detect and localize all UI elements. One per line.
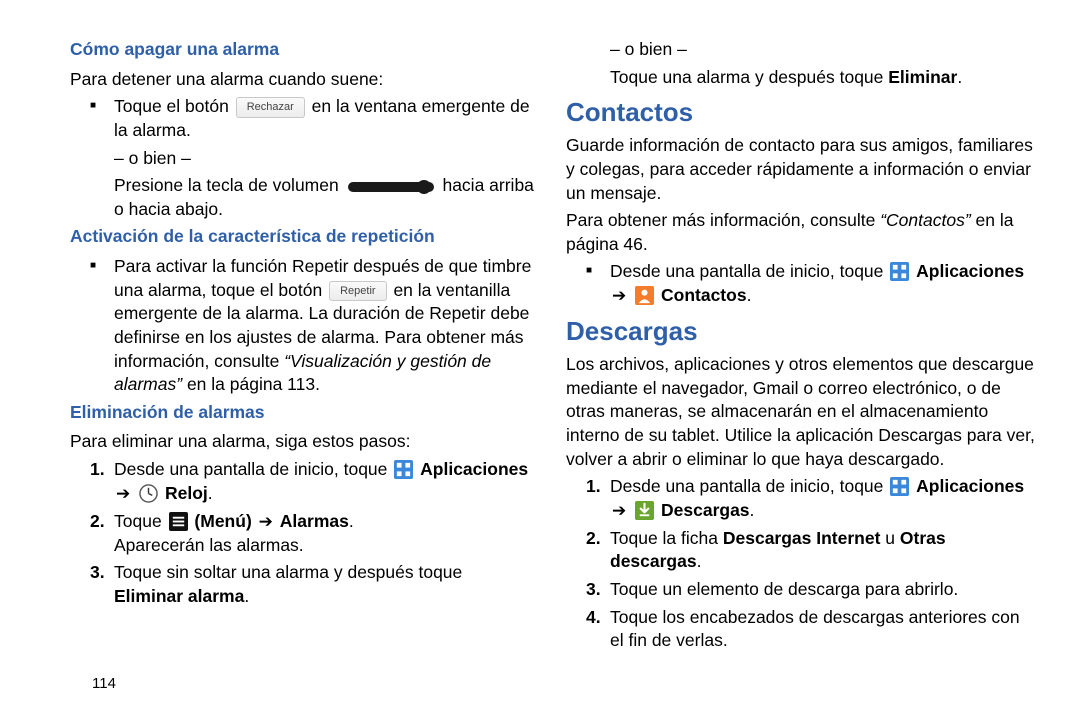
arrow-icon: ➔ — [610, 286, 628, 305]
left-column: Cómo apagar una alarma Para detener una … — [70, 34, 554, 698]
apps-icon — [890, 262, 909, 281]
manual-page: Cómo apagar una alarma Para detener una … — [0, 0, 1080, 720]
contacts2-pre: Para obtener más información, consulte — [566, 210, 880, 230]
reloj-label: Reloj — [165, 483, 208, 503]
right-column: – o bien – Toque una alarma y después to… — [554, 34, 1038, 698]
step2-pre: Toque — [114, 511, 167, 531]
step-number: 1. — [90, 458, 114, 482]
text-downloads-body: Los archivos, aplicaciones y otros eleme… — [566, 353, 1038, 471]
arrow-icon: ➔ — [610, 501, 628, 520]
step-number: 2. — [90, 510, 114, 534]
r-step2-pre: Toque la ficha — [610, 528, 723, 548]
bullet-reject-button: ■ Toque el botón Rechazar en la ventana … — [90, 95, 536, 142]
bullet-contacts-path: ■ Desde una pantalla de inicio, toque Ap… — [586, 260, 1038, 308]
step-number: 3. — [90, 561, 114, 585]
volume-slider-icon — [348, 182, 434, 192]
page-number: 114 — [92, 674, 116, 694]
apps-label: Aplicaciones — [916, 261, 1024, 281]
r-step3: Toque un elemento de descarga para abrir… — [610, 578, 1038, 602]
text-or-1: – o bien – — [114, 147, 536, 171]
text-contacts-1: Guarde información de contacto para sus … — [566, 134, 1038, 205]
text-volume-key: Presione la tecla de volumen hacia arrib… — [114, 174, 536, 221]
r-step2-b1: Descargas Internet — [723, 528, 881, 548]
period: . — [244, 586, 249, 606]
arrow-icon: ➔ — [114, 484, 132, 503]
menu-icon — [169, 512, 188, 531]
step-number: 2. — [586, 527, 610, 551]
text-off-intro: Para detener una alarma cuando suene: — [70, 68, 536, 92]
text-snooze-post2: en la página 113. — [182, 374, 320, 394]
step-3-left: 3. Toque sin soltar una alarma y después… — [90, 561, 536, 608]
elim-alt-pre: Toque una alarma y después toque — [610, 67, 888, 87]
period: . — [697, 551, 702, 571]
arrow-icon: ➔ — [257, 512, 275, 531]
apps-icon — [394, 460, 413, 479]
r-step4: Toque los encabezados de descargas anter… — [610, 606, 1038, 653]
contactos-label: Contactos — [661, 285, 747, 305]
clock-icon — [139, 484, 158, 503]
step-number: 1. — [586, 475, 610, 499]
text-contacts-2: Para obtener más información, consulte “… — [566, 209, 1038, 256]
step3-bold: Eliminar alarma — [114, 586, 244, 606]
reject-button-chip: Rechazar — [236, 97, 305, 118]
step-2-left: 2. Toque (Menú) ➔ Alarmas. Aparecerán la… — [90, 510, 536, 558]
descargas-label: Descargas — [661, 500, 750, 520]
heading-delete-alarms: Eliminación de alarmas — [70, 401, 536, 425]
download-icon — [635, 501, 654, 520]
text-del-intro: Para eliminar una alarma, siga estos pas… — [70, 430, 536, 454]
square-bullet-icon: ■ — [90, 255, 114, 277]
step-3-right: 3. Toque un elemento de descarga para ab… — [586, 578, 1038, 602]
step-number: 3. — [586, 578, 610, 602]
step1-pre: Desde una pantalla de inicio, toque — [114, 459, 392, 479]
step-1-right: 1. Desde una pantalla de inicio, toque A… — [586, 475, 1038, 523]
step-number: 4. — [586, 606, 610, 630]
apps-label: Aplicaciones — [420, 459, 528, 479]
elim-alt-bold: Eliminar — [888, 67, 957, 87]
step-4-right: 4. Toque los encabezados de descargas an… — [586, 606, 1038, 653]
step3-pre: Toque sin soltar una alarma y después to… — [114, 562, 462, 582]
period: . — [208, 483, 213, 503]
apps-icon — [890, 477, 909, 496]
r-step1-pre: Desde una pantalla de inicio, toque — [610, 476, 888, 496]
contacts-ref: “Contactos” — [880, 210, 970, 230]
step-2-right: 2. Toque la ficha Descargas Internet u O… — [586, 527, 1038, 574]
apps-label: Aplicaciones — [916, 476, 1024, 496]
text-or-right: – o bien – — [610, 38, 1038, 62]
heading-turn-off-alarm: Cómo apagar una alarma — [70, 38, 536, 62]
alarmas-label: Alarmas — [280, 511, 349, 531]
period: . — [747, 285, 752, 305]
bc-pre: Desde una pantalla de inicio, toque — [610, 261, 888, 281]
period: . — [750, 500, 755, 520]
repeat-button-chip: Repetir — [329, 281, 386, 302]
step-1-left: 1. Desde una pantalla de inicio, toque A… — [90, 458, 536, 506]
text-vol-pre: Presione la tecla de volumen — [114, 175, 339, 195]
period: . — [957, 67, 962, 87]
heading-contacts: Contactos — [566, 95, 1038, 130]
heading-downloads: Descargas — [566, 314, 1038, 349]
contacts-icon — [635, 286, 654, 305]
heading-snooze: Activación de la característica de repet… — [70, 225, 536, 249]
r-step2-mid: u — [880, 528, 899, 548]
text-off-pre: Toque el botón — [114, 96, 229, 116]
step2-post: Aparecerán las alarmas. — [114, 535, 304, 555]
square-bullet-icon: ■ — [586, 260, 610, 282]
period: . — [349, 511, 354, 531]
bullet-snooze: ■ Para activar la función Repetir despué… — [90, 255, 536, 397]
text-elim-alt: Toque una alarma y después toque Elimina… — [610, 66, 1038, 90]
square-bullet-icon: ■ — [90, 95, 114, 117]
menu-label: (Menú) — [194, 511, 251, 531]
